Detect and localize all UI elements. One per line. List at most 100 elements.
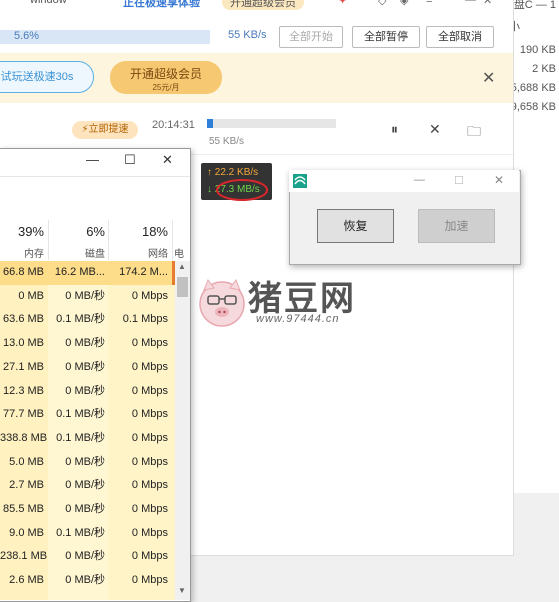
window-title: window [30,0,67,6]
process-row[interactable]: 0 MB 0 MB/秒 0 Mbps [0,285,175,308]
dialog-titlebar [289,170,519,192]
column-label: 网络 [148,249,168,260]
boost-now-button[interactable]: ⚡立即提速 [72,121,138,139]
process-row[interactable]: 77.7 MB 0.1 MB/秒 0 Mbps [0,403,175,426]
process-row[interactable]: 238.1 MB 0 MB/秒 0 Mbps [0,545,175,568]
memory-cell: 85.5 MB [3,503,44,515]
process-row[interactable]: 27.1 MB 0 MB/秒 0 Mbps [0,356,175,379]
vip-price: 25元/月 [152,83,180,92]
scrollbar-thumb[interactable] [177,277,188,297]
shield-icon[interactable]: ◇ [378,0,386,7]
disk-cell: 0 MB/秒 [65,550,105,563]
process-row[interactable]: 13.0 MB 0 MB/秒 0 Mbps [0,332,175,355]
memory-cell: 338.8 MB [0,431,48,444]
minimize-icon[interactable]: — [465,0,476,6]
speed-usage-percent: 5.6% [14,30,40,42]
process-row[interactable]: 63.6 MB 0.1 MB/秒 0.1 Mbps [0,308,175,331]
column-percent: 6% [86,224,105,239]
column-label: 内存 [24,249,44,260]
disk-cell: 16.2 MB... [54,266,105,278]
scroll-down-icon[interactable]: ▼ [178,586,186,595]
divider [0,176,190,177]
memory-cell: 27.1 MB [3,360,44,373]
network-cell: 0 Mbps [131,408,168,421]
disk-cell: 0 MB/秒 [65,360,105,373]
network-cell: 0 Mbps [131,550,168,563]
progress-track [207,119,336,128]
network-cell: 0 Mbps [131,574,168,587]
close-icon[interactable]: ✕ [482,68,495,88]
disk-cell: 0 MB/秒 [65,455,105,468]
process-row[interactable]: 2.7 MB 0 MB/秒 0 Mbps [0,474,175,497]
open-vip-button[interactable]: 开通超级会员 25元/月 [110,61,222,94]
process-row[interactable]: 12.3 MB 0 MB/秒 0 Mbps [0,380,175,403]
column-percent: 39% [17,224,44,239]
process-list: 66.8 MB 16.2 MB... 174.2 M... 0 MB 0 MB/秒 0 M… [0,261,175,600]
pause-icon[interactable]: ⏸ [391,121,398,138]
process-row[interactable]: 338.8 MB 0.1 MB/秒 0 Mbps [0,427,175,450]
network-cell: 0 Mbps [131,360,168,373]
bg-window-line: 190 KB [519,44,556,56]
memory-cell: 12.3 MB [3,384,44,397]
network-cell: 0 Mbps [131,526,168,539]
header-vip-button[interactable]: 开通超级会员 [222,0,304,10]
process-row[interactable]: 2.6 MB 0 MB/秒 0 Mbps [0,569,175,592]
vip-title: 开通超级会员 [129,67,202,81]
app-logo-icon [293,174,307,188]
vip-status-label[interactable]: 正在极速享体验 [123,0,200,10]
scroll-up-icon[interactable]: ▲ [178,262,186,271]
memory-cell: 9.0 MB [9,526,44,539]
maximize-icon[interactable]: ☐ [454,174,464,187]
disk-cell: 0.1 MB/秒 [56,431,105,444]
minimize-icon[interactable]: — [86,152,99,167]
folder-icon[interactable]: 🗀 [467,121,481,145]
network-cell: 0 Mbps [131,503,168,515]
disk-cell: 0.1 MB/秒 [56,526,105,539]
network-cell: 0.1 Mbps [122,313,168,326]
bg-window-line: 2 KB [532,63,556,75]
minimize-icon[interactable]: — [414,174,425,186]
menu-icon[interactable]: ≡ [426,0,432,6]
memory-cell: 238.1 MB [0,550,48,563]
disk-cell: 0.1 MB/秒 [56,313,105,326]
maximize-icon[interactable]: ☐ [124,152,136,168]
trial-boost-button[interactable]: 试玩送极速30s [0,61,94,93]
network-cell: 0 Mbps [131,289,168,302]
cancel-all-button[interactable]: 全部取消 [426,26,494,48]
bg-window-line: 9,658 KB [510,101,556,113]
cancel-icon[interactable]: ✕ [429,121,441,138]
disk-cell: 0 MB/秒 [65,574,105,587]
star-icon[interactable]: ✦ [338,0,347,7]
column-label: 电 [174,249,184,260]
memory-cell: 66.8 MB [3,266,44,278]
diamond-icon[interactable]: ◈ [400,0,408,7]
process-row[interactable]: 5.0 MB 0 MB/秒 0 Mbps [0,451,175,474]
pause-all-button[interactable]: 全部暂停 [352,26,420,48]
accelerate-button[interactable]: 加速 [418,209,495,243]
start-all-button[interactable]: 全部开始 [279,26,343,48]
memory-cell: 2.6 MB [9,574,44,587]
memory-cell: 0 MB [18,289,44,302]
network-cell: 0 Mbps [131,455,168,468]
process-row[interactable]: 85.5 MB 0 MB/秒 0 Mbps [0,498,175,521]
network-cell: 0 Mbps [131,479,168,492]
disk-cell: 0 MB/秒 [65,479,105,492]
close-icon[interactable]: ✕ [162,152,173,168]
vertical-scrollbar[interactable] [175,261,190,600]
network-cell: 0 Mbps [131,337,168,350]
disk-cell: 0.1 MB/秒 [56,408,105,421]
close-icon[interactable]: ✕ [494,173,504,187]
downloader-header-strip: window 正在极速享体验 开通超级会员 ✦ ◇ ◈ ≡ — ✕ [0,0,513,10]
task-rate: 55 KB/s [209,136,245,147]
close-icon[interactable]: ✕ [483,0,492,7]
pig-logo-icon [199,278,245,327]
lightning-icon: ⚡ [81,124,89,135]
disk-cell: 0 MB/秒 [65,384,105,397]
process-row[interactable]: 9.0 MB 0.1 MB/秒 0 Mbps [0,522,175,545]
memory-cell: 13.0 MB [3,337,44,350]
resume-button[interactable]: 恢复 [317,209,394,243]
bg-window-line: 5,688 KB [510,82,556,94]
memory-cell: 2.7 MB [9,479,44,492]
red-circle-annotation [216,179,268,201]
process-row[interactable]: 66.8 MB 16.2 MB... 174.2 M... [0,261,175,284]
